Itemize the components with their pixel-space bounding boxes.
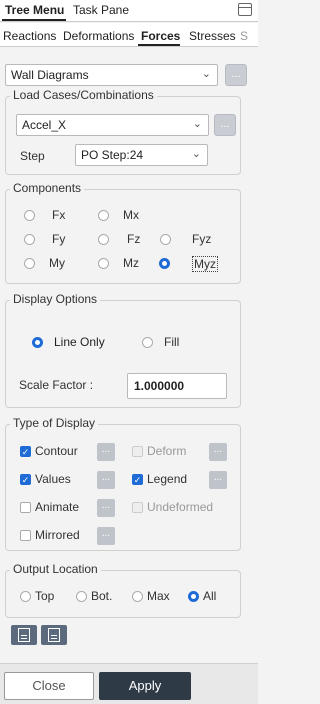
diagram-type-select[interactable]: Wall Diagrams ⌄ <box>5 64 218 86</box>
radio-myz-label: Myz <box>192 256 218 272</box>
radio-fx[interactable] <box>24 210 35 221</box>
tab-forces[interactable]: Forces <box>141 29 180 43</box>
checkbox-contour[interactable]: ✓ <box>20 446 31 457</box>
radio-my-label: My <box>49 256 65 270</box>
radio-bot-label: Bot. <box>91 589 113 603</box>
checkbox-undeformed[interactable] <box>132 502 143 513</box>
components-group: Components Fx Mx Fy Fz Fyz My Mz Myz <box>5 181 241 284</box>
apply-button[interactable]: Apply <box>99 672 191 700</box>
checkbox-values[interactable]: ✓ <box>20 474 31 485</box>
radio-max[interactable] <box>132 591 143 602</box>
radio-mz-label: Mz <box>123 256 139 270</box>
close-button[interactable]: Close <box>4 672 94 700</box>
radio-mx-label: Mx <box>123 208 139 222</box>
contour-options-button[interactable]: ... <box>97 443 115 461</box>
display-options-title: Display Options <box>10 292 101 306</box>
checkbox-deform[interactable] <box>132 446 143 457</box>
chevron-down-icon: ⌄ <box>201 68 211 80</box>
checkbox-mirrored[interactable] <box>20 530 31 541</box>
radio-myz[interactable] <box>159 258 170 269</box>
radio-all-label: All <box>203 589 217 603</box>
type-of-display-group: Type of Display ✓ Contour ... Deform ...… <box>5 416 241 551</box>
radio-mx[interactable] <box>98 210 109 221</box>
radio-fy-label: Fy <box>52 232 66 246</box>
radio-fz[interactable] <box>98 234 109 245</box>
subtab-active-indicator <box>138 44 180 46</box>
radio-fz-label: Fz <box>127 232 141 246</box>
output-location-title: Output Location <box>10 562 101 576</box>
tab-tree-menu[interactable]: Tree Menu <box>5 3 64 17</box>
tab-task-pane[interactable]: Task Pane <box>73 3 129 17</box>
radio-top[interactable] <box>20 591 31 602</box>
tab-deformations[interactable]: Deformations <box>63 29 134 43</box>
load-case-options-button[interactable]: ... <box>214 114 236 136</box>
checkbox-legend[interactable]: ✓ <box>132 474 143 485</box>
diagram-options-button[interactable]: ... <box>225 64 247 86</box>
checkbox-undeformed-label: Undeformed <box>147 500 214 514</box>
print-report-icon[interactable] <box>41 625 67 645</box>
radio-fx-label: Fx <box>52 208 66 222</box>
diagram-type-value: Wall Diagrams <box>11 68 89 82</box>
components-title: Components <box>10 181 85 195</box>
checkbox-values-label: Values <box>35 472 71 486</box>
chevron-down-icon: ⌄ <box>191 148 201 160</box>
export-text-icon[interactable] <box>11 625 37 645</box>
radio-max-label: Max <box>147 589 170 603</box>
radio-all[interactable] <box>188 591 199 602</box>
scale-factor-input[interactable]: 1.000000 <box>127 373 227 399</box>
tab-stresses[interactable]: Stresses <box>189 29 236 43</box>
checkbox-deform-label: Deform <box>147 444 187 458</box>
load-case-value: Accel_X <box>22 118 67 132</box>
radio-top-label: Top <box>35 589 55 603</box>
checkbox-animate-label: Animate <box>35 500 80 514</box>
radio-line-only-label: Line Only <box>54 335 105 349</box>
radio-fill[interactable] <box>142 337 153 348</box>
output-location-group: Output Location Top Bot. Max All <box>5 562 241 618</box>
checkbox-contour-label: Contour <box>35 444 78 458</box>
step-select[interactable]: PO Step:24 ⌄ <box>75 144 208 166</box>
radio-fy[interactable] <box>24 234 35 245</box>
dialog-footer: Close Apply <box>0 663 258 704</box>
scale-factor-label: Scale Factor : <box>19 378 94 392</box>
checkbox-mirrored-label: Mirrored <box>35 528 80 542</box>
load-case-select[interactable]: Accel_X ⌄ <box>16 114 209 136</box>
pane-layout-icon[interactable] <box>238 3 252 16</box>
chevron-down-icon: ⌄ <box>192 118 202 130</box>
mirrored-options-button[interactable]: ... <box>97 527 115 545</box>
animate-options-button[interactable]: ... <box>97 499 115 517</box>
values-options-button[interactable]: ... <box>97 471 115 489</box>
display-options-group: Display Options Line Only Fill Scale Fac… <box>5 292 241 408</box>
deform-options-button[interactable]: ... <box>209 443 227 461</box>
tab-active-indicator <box>2 19 66 21</box>
load-cases-group: Load Cases/Combinations Accel_X ⌄ ... St… <box>5 88 241 175</box>
type-of-display-title: Type of Display <box>10 416 99 430</box>
checkbox-legend-label: Legend <box>147 472 188 486</box>
step-label: Step <box>20 149 45 163</box>
step-value: PO Step:24 <box>81 148 144 162</box>
radio-fill-label: Fill <box>164 335 180 349</box>
radio-bot[interactable] <box>76 591 87 602</box>
result-tab-bar: Reactions Deformations Forces Stresses S <box>0 23 258 47</box>
radio-my[interactable] <box>24 258 35 269</box>
checkbox-animate[interactable] <box>20 502 31 513</box>
load-cases-title: Load Cases/Combinations <box>10 88 157 102</box>
tab-reactions[interactable]: Reactions <box>3 29 56 43</box>
radio-fyz[interactable] <box>160 234 171 245</box>
tab-overflow[interactable]: S <box>240 29 248 43</box>
top-tab-bar: Tree Menu Task Pane <box>0 0 258 22</box>
radio-fyz-label: Fyz <box>192 232 212 246</box>
radio-line-only[interactable] <box>32 337 43 348</box>
radio-mz[interactable] <box>98 258 109 269</box>
legend-options-button[interactable]: ... <box>209 471 227 489</box>
